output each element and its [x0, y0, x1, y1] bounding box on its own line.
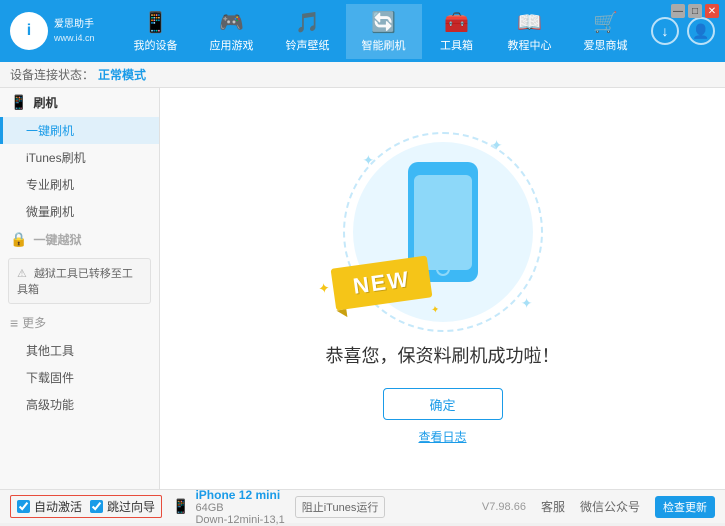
logo-area: i 爱思助手 www.i4.cn [10, 12, 110, 50]
device-details: iPhone 12 mini 64GB Down-12mini-13,1 [195, 488, 284, 526]
skip-wizard-checkbox[interactable]: 跳过向导 [90, 498, 155, 515]
apps-games-icon: 🎮 [219, 10, 244, 35]
bottom-right: V7.98.66 客服 微信公众号 检查更新 [482, 496, 715, 518]
window-controls: — □ ✕ [671, 4, 719, 18]
status-label: 设备连接状态： [10, 66, 94, 83]
main-layout: 📱 刷机 一键刷机 iTunes刷机 专业刷机 微量刷机 🔒 一键越狱 ⚠ 越狱… [0, 88, 725, 489]
user-button[interactable]: 👤 [687, 17, 715, 45]
toolbox-icon: 🧰 [444, 10, 469, 35]
sidebar-item-pro-flash[interactable]: 专业刷机 [0, 171, 159, 198]
sparkle-3: ✦ [521, 295, 533, 312]
jailbreak-notice: ⚠ 越狱工具已转移至工具箱 [8, 258, 151, 304]
sidebar-item-other-tools[interactable]: 其他工具 [0, 337, 159, 364]
success-illustration: ✦ ✦ ✦ ✦ NEW ✦ [343, 132, 543, 332]
tutorial-icon: 📖 [517, 10, 542, 35]
maximize-button[interactable]: □ [688, 4, 702, 18]
banner-star-left: ✦ [317, 279, 331, 297]
nav-ringtones-label: 铃声壁纸 [286, 37, 330, 53]
sidebar: 📱 刷机 一键刷机 iTunes刷机 专业刷机 微量刷机 🔒 一键越狱 ⚠ 越狱… [0, 88, 160, 489]
jailbreak-notice-text: 越狱工具已转移至工具箱 [17, 268, 133, 296]
main-content: ✦ ✦ ✦ ✦ NEW ✦ 恭喜您，保资料刷机成功啦！ 确定 查看日志 [160, 88, 725, 489]
nav-toolbox[interactable]: 🧰 工具箱 [422, 4, 492, 59]
nav-apps-games-label: 应用游戏 [210, 37, 254, 53]
revisit-log-link[interactable]: 查看日志 [418, 428, 466, 445]
skip-wizard-input[interactable] [90, 500, 103, 513]
sidebar-item-advanced[interactable]: 高级功能 [0, 391, 159, 418]
sidebar-section-flash: 📱 刷机 [0, 88, 159, 117]
confirm-button[interactable]: 确定 [383, 388, 503, 420]
skip-wizard-label: 跳过向导 [107, 498, 155, 515]
device-name: iPhone 12 mini [195, 488, 284, 502]
auto-start-checkbox[interactable]: 自动激活 [17, 498, 82, 515]
check-update-button[interactable]: 检查更新 [655, 496, 715, 518]
nav-tutorial-label: 教程中心 [508, 37, 552, 53]
nav-ringtones[interactable]: 🎵 铃声壁纸 [270, 4, 346, 59]
phone-home-button [436, 262, 450, 276]
sidebar-section-more: 更多 [0, 308, 159, 337]
device-version: Down-12mini-13,1 [195, 514, 284, 526]
stop-itunes-button[interactable]: 阻止iTunes运行 [295, 496, 386, 518]
banner-star-right: ✦ [430, 304, 440, 316]
bottom-bar: 自动激活 跳过向导 📱 iPhone 12 mini 64GB Down-12m… [0, 489, 725, 523]
sidebar-item-one-click-flash[interactable]: 一键刷机 [0, 117, 159, 144]
nav-bar: 📱 我的设备 🎮 应用游戏 🎵 铃声壁纸 🔄 智能刷机 🧰 工具箱 📖 教程中心… [110, 4, 651, 59]
flash-section-icon: 📱 [10, 94, 27, 111]
checkbox-group: 自动激活 跳过向导 [10, 495, 162, 518]
smart-flash-icon: 🔄 [371, 10, 396, 35]
top-bar: — □ ✕ i 爱思助手 www.i4.cn 📱 我的设备 🎮 应用游戏 🎵 铃… [0, 0, 725, 62]
wechat-official-link[interactable]: 微信公众号 [580, 498, 640, 515]
status-bar: 设备连接状态： 正常模式 [0, 62, 725, 88]
status-value: 正常模式 [98, 66, 146, 83]
sparkle-2: ✦ [491, 137, 503, 154]
device-icon: 📱 [172, 498, 189, 515]
jailbreak-section-icon: 🔒 [10, 231, 27, 248]
auto-start-input[interactable] [17, 500, 30, 513]
nav-apple-store-label: 爱思商城 [584, 37, 628, 53]
auto-start-label: 自动激活 [34, 498, 82, 515]
new-label: NEW [351, 266, 411, 299]
sidebar-item-micro-flash[interactable]: 微量刷机 [0, 198, 159, 225]
apple-store-icon: 🛒 [593, 10, 618, 35]
download-button[interactable]: ↓ [651, 17, 679, 45]
version-text: V7.98.66 [482, 501, 526, 513]
nav-apps-games[interactable]: 🎮 应用游戏 [194, 4, 270, 59]
nav-my-device[interactable]: 📱 我的设备 [118, 4, 194, 59]
more-section-label: 更多 [22, 314, 46, 331]
sidebar-section-jailbreak: 🔒 一键越狱 [0, 225, 159, 254]
success-message: 恭喜您，保资料刷机成功啦！ [326, 342, 560, 368]
nav-apple-store[interactable]: 🛒 爱思商城 [568, 4, 644, 59]
jailbreak-notice-icon: ⚠ [17, 268, 27, 280]
customer-service-link[interactable]: 客服 [541, 498, 565, 515]
sparkle-1: ✦ [363, 152, 375, 169]
sidebar-item-download-firmware[interactable]: 下载固件 [0, 364, 159, 391]
bottom-left: 自动激活 跳过向导 📱 iPhone 12 mini 64GB Down-12m… [10, 488, 385, 526]
nav-smart-flash-label: 智能刷机 [362, 37, 406, 53]
ringtones-icon: 🎵 [295, 10, 320, 35]
nav-toolbox-label: 工具箱 [440, 37, 473, 53]
jailbreak-section-label: 一键越狱 [33, 231, 81, 248]
flash-section-label: 刷机 [33, 94, 57, 111]
close-button[interactable]: ✕ [705, 4, 719, 18]
sidebar-item-itunes-flash[interactable]: iTunes刷机 [0, 144, 159, 171]
nav-my-device-label: 我的设备 [134, 37, 178, 53]
device-storage: 64GB [195, 502, 284, 514]
logo-icon: i [10, 12, 48, 50]
top-right-actions: ↓ 👤 [651, 17, 715, 45]
my-device-icon: 📱 [143, 10, 168, 35]
nav-smart-flash[interactable]: 🔄 智能刷机 [346, 4, 422, 59]
logo-text: 爱思助手 www.i4.cn [54, 18, 95, 45]
device-info: 📱 iPhone 12 mini 64GB Down-12mini-13,1 [172, 488, 285, 526]
nav-tutorial[interactable]: 📖 教程中心 [492, 4, 568, 59]
logo-initials: i [27, 22, 31, 40]
minimize-button[interactable]: — [671, 4, 685, 18]
